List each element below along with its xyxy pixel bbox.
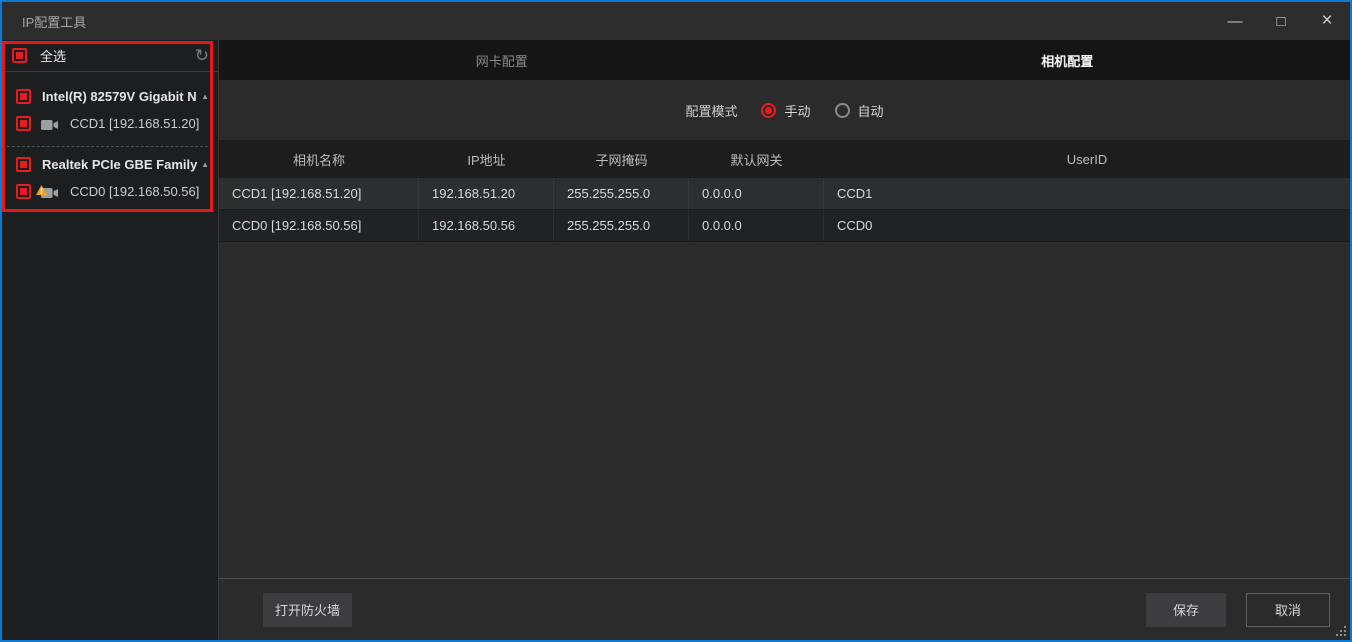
select-all-label: 全选: [40, 46, 66, 65]
column-header-gateway: 默认网关: [689, 140, 824, 178]
camera-label-ccd0: CCD0 [192.168.50.56]: [70, 184, 199, 199]
select-all-checkbox[interactable]: [12, 48, 27, 63]
adapter-name-intel: Intel(R) 82579V Gigabit N: [42, 89, 197, 104]
cell-ip[interactable]: 192.168.50.56: [419, 210, 554, 241]
content-spacer: [219, 242, 1350, 578]
footer-bar: 打开防火墙 保存 取消: [219, 578, 1350, 640]
adapter-row-intel[interactable]: Intel(R) 82579V Gigabit N ▲: [2, 83, 218, 110]
title-bar[interactable]: IP配置工具 — □ ×: [2, 2, 1350, 40]
sidebar-divider: [2, 71, 218, 72]
group-dashed-divider: [7, 146, 213, 147]
config-mode-label: 配置模式: [685, 101, 737, 120]
camera-checkbox-ccd0[interactable]: [16, 184, 31, 199]
column-header-camera-name: 相机名称: [219, 140, 419, 178]
device-sidebar: 全选 ↻ Intel(R) 82579V Gigabit N ▲ CCD1 [1…: [2, 40, 219, 640]
radio-auto-icon[interactable]: [835, 103, 850, 118]
window-controls: — □ ×: [1212, 2, 1350, 40]
checkbox-fill: [20, 161, 27, 168]
cell-userid[interactable]: CCD1: [824, 178, 1350, 209]
radio-manual-icon[interactable]: [761, 103, 776, 118]
adapter-checkbox-realtek[interactable]: [16, 157, 31, 172]
camera-row-ccd1[interactable]: CCD1 [192.168.51.20]: [2, 110, 218, 137]
warning-icon: [36, 182, 47, 200]
column-header-ip: IP地址: [419, 140, 554, 178]
close-button[interactable]: ×: [1304, 2, 1350, 40]
save-button[interactable]: 保存: [1146, 593, 1226, 627]
table-row-ccd0[interactable]: CCD0 [192.168.50.56] 192.168.50.56 255.2…: [219, 210, 1350, 242]
column-header-subnet: 子网掩码: [554, 140, 689, 178]
video-camera-icon: [41, 118, 58, 130]
chevron-up-icon[interactable]: ▲: [201, 92, 209, 101]
radio-option-auto[interactable]: 自动: [835, 101, 884, 120]
video-camera-icon: [41, 186, 58, 198]
table-row-ccd1[interactable]: CCD1 [192.168.51.20] 192.168.51.20 255.2…: [219, 178, 1350, 210]
camera-checkbox-ccd1[interactable]: [16, 116, 31, 131]
adapter-name-realtek: Realtek PCIe GBE Family (: [42, 157, 197, 172]
radio-manual-label: 手动: [784, 101, 810, 120]
radio-dot: [839, 107, 846, 114]
cell-gateway[interactable]: 0.0.0.0: [689, 210, 824, 241]
cell-camera-name: CCD1 [192.168.51.20]: [219, 178, 419, 209]
checkbox-fill: [20, 120, 27, 127]
cell-subnet[interactable]: 255.255.255.0: [554, 210, 689, 241]
column-header-userid: UserID: [824, 140, 1350, 178]
camera-label-ccd1: CCD1 [192.168.51.20]: [70, 116, 199, 131]
cell-camera-name: CCD0 [192.168.50.56]: [219, 210, 419, 241]
cell-subnet[interactable]: 255.255.255.0: [554, 178, 689, 209]
adapter-row-realtek[interactable]: Realtek PCIe GBE Family ( ▲: [2, 151, 218, 178]
checkbox-fill: [20, 93, 27, 100]
maximize-button[interactable]: □: [1258, 2, 1304, 40]
cell-ip[interactable]: 192.168.51.20: [419, 178, 554, 209]
checkbox-fill: [16, 52, 23, 59]
config-mode-row: 配置模式 手动 自动: [219, 80, 1350, 140]
checkbox-fill: [20, 188, 27, 195]
tab-camera-config[interactable]: 相机配置: [785, 40, 1351, 80]
adapter-group-realtek: Realtek PCIe GBE Family ( ▲ CCD0 [192.16…: [2, 151, 218, 205]
adapter-group-intel: Intel(R) 82579V Gigabit N ▲ CCD1 [192.16…: [2, 83, 218, 137]
radio-option-manual[interactable]: 手动: [761, 101, 810, 120]
cell-userid[interactable]: CCD0: [824, 210, 1350, 241]
window-body: 全选 ↻ Intel(R) 82579V Gigabit N ▲ CCD1 [1…: [2, 40, 1350, 640]
cell-gateway[interactable]: 0.0.0.0: [689, 178, 824, 209]
adapter-checkbox-intel[interactable]: [16, 89, 31, 104]
tab-nic-config[interactable]: 网卡配置: [219, 40, 785, 80]
refresh-icon[interactable]: ↻: [195, 47, 209, 64]
camera-row-ccd0[interactable]: CCD0 [192.168.50.56]: [2, 178, 218, 205]
window-title: IP配置工具: [22, 12, 86, 31]
minimize-button[interactable]: —: [1212, 2, 1258, 40]
tab-bar: 网卡配置 相机配置: [219, 40, 1350, 80]
main-panel: 网卡配置 相机配置 配置模式 手动 自动 相机名称 IP地址 子网掩码 默认网关: [219, 40, 1350, 640]
cancel-button[interactable]: 取消: [1246, 593, 1330, 627]
open-firewall-button[interactable]: 打开防火墙: [263, 593, 352, 627]
chevron-up-icon[interactable]: ▲: [201, 160, 209, 169]
table-header: 相机名称 IP地址 子网掩码 默认网关 UserID: [219, 140, 1350, 178]
radio-dot: [765, 107, 772, 114]
select-all-row[interactable]: 全选 ↻: [2, 40, 218, 71]
radio-auto-label: 自动: [858, 101, 884, 120]
resize-grip[interactable]: [1344, 634, 1346, 636]
app-window: IP配置工具 — □ × 全选 ↻ Intel(R) 82579V Gigabi…: [0, 0, 1352, 642]
